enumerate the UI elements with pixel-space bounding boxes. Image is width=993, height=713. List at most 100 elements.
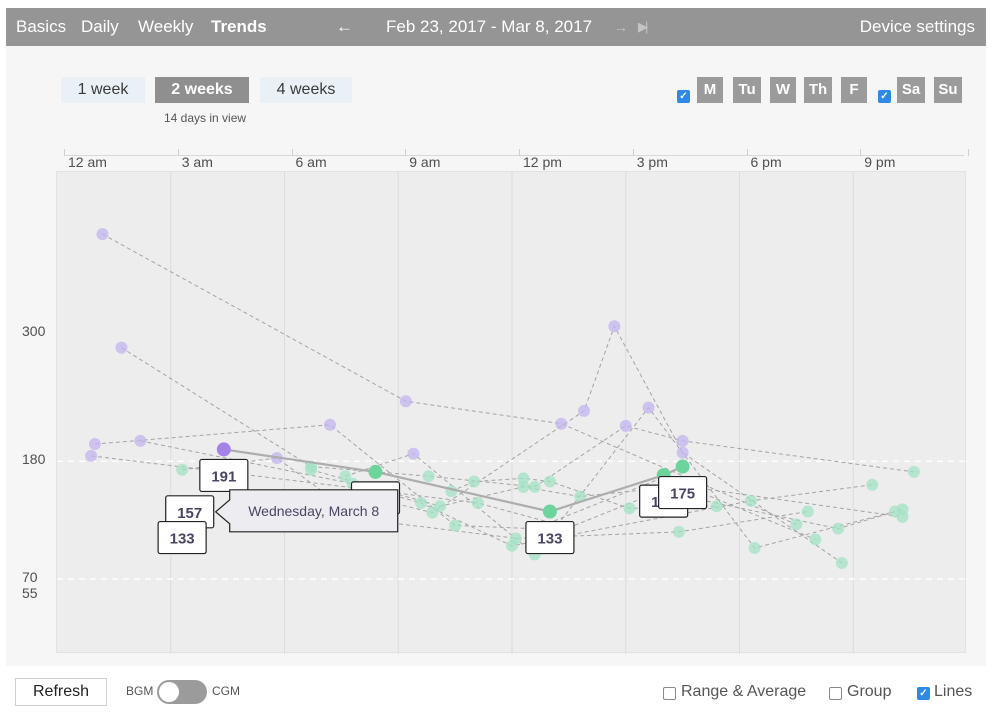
reading-point [426, 506, 439, 519]
reading-point [608, 320, 621, 333]
reading-point [896, 510, 909, 523]
reading-point [305, 463, 318, 476]
tab-trends[interactable]: Trends [211, 8, 267, 46]
top-navigation-bar: Basics Daily Weekly Trends ← Feb 23, 201… [6, 8, 986, 46]
date-range-title: Feb 23, 2017 - Mar 8, 2017 [386, 17, 593, 36]
trends-chart: 191170133167175157133Wednesday, March 8 [56, 171, 967, 654]
range-1-week-button[interactable]: 1 week [61, 77, 145, 103]
highlighted-reading-point [368, 464, 383, 479]
reading-point [623, 502, 636, 515]
tab-basics[interactable]: Basics [16, 8, 66, 46]
tooltip-text: Wednesday, March 8 [248, 503, 379, 519]
reading-point [809, 533, 822, 546]
reading-point [642, 401, 655, 414]
reading-point [790, 518, 803, 531]
time-tick [405, 149, 407, 156]
reading-point [710, 500, 723, 513]
value-label: 133 [537, 531, 562, 548]
day-friday-button[interactable]: F [841, 77, 867, 103]
day-thursday-button[interactable]: Th [804, 77, 832, 103]
time-tick-label: 3 pm [636, 154, 668, 170]
reading-point [835, 556, 848, 569]
reading-point [324, 418, 336, 431]
time-tick [968, 149, 969, 156]
time-tick [632, 149, 634, 156]
arrow-right-icon: → [614, 19, 628, 35]
reading-point [672, 525, 685, 538]
day-monday-button[interactable]: M [697, 77, 723, 103]
bgm-cgm-toggle[interactable] [157, 680, 207, 704]
range-average-label: Range & Average [681, 683, 807, 700]
value-label: 191 [211, 468, 236, 485]
day-saturday-button[interactable]: Sa [897, 77, 925, 103]
time-tick-label: 12 am [68, 154, 107, 170]
time-tick-label: 12 pm [523, 154, 562, 170]
lines-checkbox[interactable]: ✓ [917, 687, 930, 700]
reading-point [543, 475, 556, 488]
time-tick [177, 149, 179, 156]
value-label: 157 [177, 505, 202, 522]
time-tick [291, 149, 293, 156]
y-tick-label: 180 [22, 451, 46, 468]
lines-label: Lines [934, 683, 973, 700]
time-tick [746, 149, 748, 156]
days-in-view-label: 14 days in view [164, 111, 247, 125]
reading-point [134, 434, 147, 447]
reading-point [407, 447, 420, 460]
reading-point [85, 449, 98, 462]
reading-point [449, 519, 462, 532]
time-tick-label: 3 am [181, 154, 213, 170]
day-sunday-button[interactable]: Su [934, 77, 962, 103]
bgm-label: BGM [126, 684, 154, 698]
arrow-left-icon[interactable]: ← [336, 8, 353, 46]
y-tick-label: 55 [22, 585, 38, 602]
highlighted-reading-point [216, 442, 231, 457]
time-tick-label: 9 am [409, 154, 441, 170]
group-checkbox[interactable] [829, 687, 842, 700]
tab-weekly[interactable]: Weekly [138, 8, 193, 46]
reading-point [578, 404, 591, 417]
time-tick-label: 6 am [295, 154, 327, 170]
reading-point [801, 505, 814, 518]
reading-point [506, 539, 518, 552]
time-tick [64, 149, 65, 156]
reading-point [517, 472, 530, 485]
reading-point [748, 541, 761, 554]
reading-point [744, 494, 757, 507]
reading-point [471, 496, 484, 509]
time-tick [519, 149, 520, 156]
reading-point [115, 341, 128, 354]
reading-point [676, 434, 689, 447]
highlighted-reading-point [542, 504, 557, 519]
reading-point [339, 470, 352, 483]
time-tick-label: 9 pm [864, 154, 896, 170]
range-2-weeks-button[interactable]: 2 weeks [155, 77, 249, 103]
cgm-label: CGM [212, 684, 240, 698]
reading-point [555, 417, 568, 430]
reading-point [619, 419, 632, 432]
tab-daily[interactable]: Daily [81, 8, 119, 46]
reading-point [415, 496, 427, 509]
weekdays-checkbox[interactable]: ✓ [677, 90, 690, 103]
reading-point [176, 463, 189, 476]
reading-point [422, 470, 435, 483]
reading-point [866, 478, 879, 491]
value-label: 175 [670, 486, 695, 503]
day-wednesday-button[interactable]: W [770, 77, 796, 103]
day-tuesday-button[interactable]: Tu [733, 77, 761, 103]
time-tick-label: 6 pm [750, 154, 782, 170]
range-4-weeks-button[interactable]: 4 weeks [260, 77, 352, 103]
reading-point [88, 438, 101, 451]
reading-point [832, 522, 845, 535]
weekend-checkbox[interactable]: ✓ [878, 90, 891, 103]
refresh-button[interactable]: Refresh [15, 678, 107, 706]
highlighted-reading-point [675, 459, 690, 474]
reading-point [96, 228, 109, 241]
skip-to-end-icon: ▶| [638, 19, 649, 34]
range-average-checkbox[interactable] [663, 687, 676, 700]
trends-panel: 1 week 2 weeks 4 weeks 14 days in view ✓… [6, 46, 986, 666]
value-label: 133 [170, 531, 195, 548]
device-settings-link[interactable]: Device settings [860, 8, 975, 46]
time-tick [860, 149, 862, 156]
reading-point [399, 395, 412, 408]
